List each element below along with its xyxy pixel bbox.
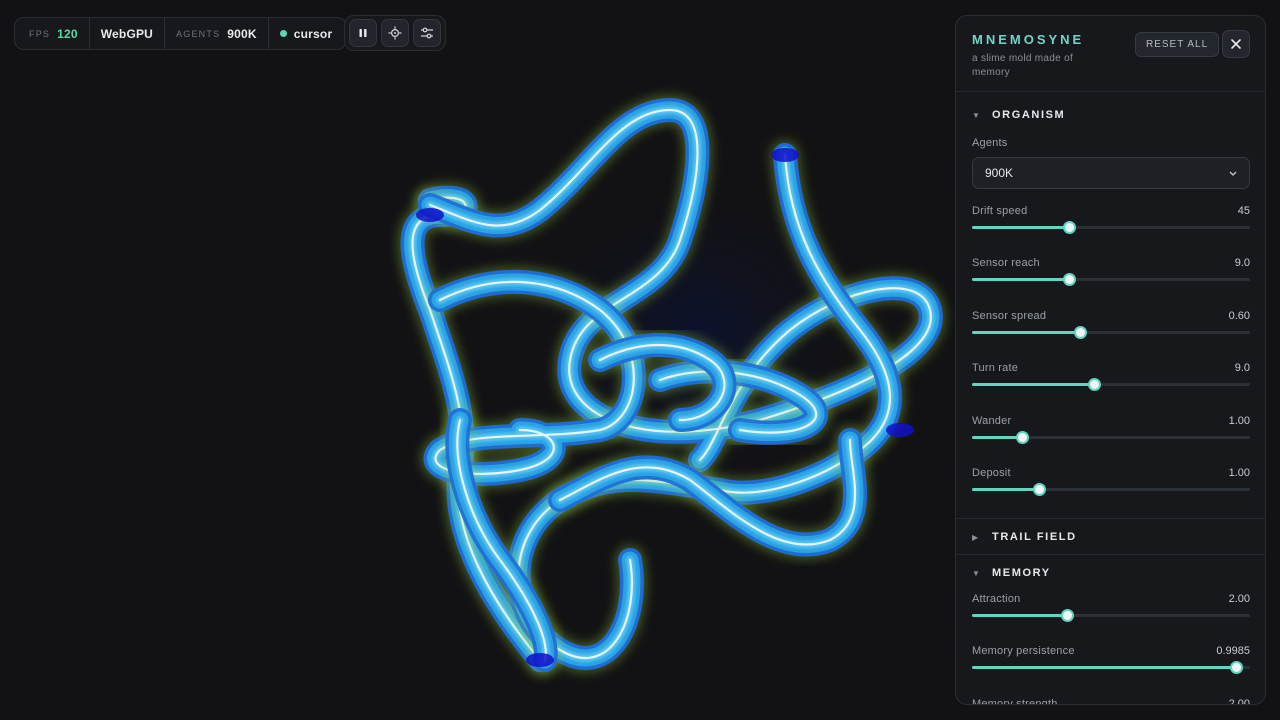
slider-fill [972, 614, 1067, 617]
slider-thumb[interactable] [1074, 325, 1088, 339]
slider-track[interactable] [972, 325, 1250, 339]
section-organism-title: ORGANISM [992, 109, 1066, 121]
slider-attraction[interactable]: Attraction 2.00 [972, 593, 1250, 633]
slider-thumb[interactable] [1230, 661, 1244, 675]
slider-fill [972, 278, 1070, 282]
playback-toolbar [344, 15, 446, 51]
pause-icon [359, 29, 367, 37]
section-trail-field-title: TRAIL FIELD [992, 531, 1077, 543]
slider-label: Drift speed [972, 205, 1028, 217]
slider-fill [972, 488, 1039, 491]
slider-sensor-spread[interactable]: Sensor spread 0.60 [972, 310, 1250, 350]
slider-value: 9.0 [1234, 257, 1250, 270]
slider-value: 1.00 [1228, 467, 1250, 479]
slider-sensor-reach[interactable]: Sensor reach 9.0 [972, 257, 1250, 297]
renderer-label: WebGPU [100, 26, 154, 41]
section-trail-field-header[interactable]: ▶ TRAIL FIELD [956, 522, 1265, 552]
slider-label: Sensor spread [972, 309, 1047, 322]
slider-track[interactable] [972, 273, 1250, 287]
slider-fill [972, 435, 1023, 439]
slider-memory-strength[interactable]: Memory strength 2.00 [972, 697, 1250, 705]
slider-label: Memory persistence [972, 645, 1075, 658]
section-memory-header[interactable]: ▼ MEMORY [956, 558, 1265, 588]
agents-select-value: 900K [985, 166, 1014, 180]
slider-fill [972, 666, 1237, 670]
slider-value: 0.9985 [1216, 645, 1250, 658]
agents-select[interactable]: 900K [972, 157, 1250, 189]
control-panel: MNEMOSYNE a slime mold made of memory RE… [955, 15, 1266, 705]
slider-label: Deposit [972, 467, 1011, 479]
slider-thumb[interactable] [1088, 378, 1102, 392]
slider-value: 2.00 [1228, 697, 1250, 705]
expand-triangle-icon: ▶ [972, 532, 979, 542]
slider-label: Attraction [972, 593, 1021, 605]
slider-track[interactable] [972, 609, 1250, 622]
sliders-icon [421, 27, 433, 39]
mode-readout[interactable]: cursor [269, 18, 333, 49]
renderer-readout: WebGPU [90, 18, 166, 49]
slider-label: Wander [972, 414, 1012, 427]
agents-value: 900K [227, 26, 257, 41]
section-divider [956, 554, 1265, 555]
slider-track[interactable] [972, 430, 1250, 444]
slider-fill [972, 226, 1070, 229]
settings-button[interactable] [413, 19, 441, 47]
slider-deposit[interactable]: Deposit 1.00 [972, 467, 1250, 507]
reset-all-button[interactable]: RESET ALL [1135, 32, 1220, 57]
section-divider [956, 518, 1265, 519]
slider-track[interactable] [972, 661, 1250, 675]
slime-tube-end [416, 208, 444, 222]
slider-label: Sensor reach [972, 257, 1040, 270]
fps-value: 120 [57, 26, 78, 41]
fps-label: FPS [29, 28, 51, 39]
status-dot [279, 30, 287, 37]
slider-label: Memory strength [972, 697, 1058, 705]
close-panel-button[interactable] [1222, 30, 1250, 58]
slider-value: 1.00 [1228, 414, 1250, 427]
slider-track[interactable] [972, 221, 1250, 234]
agents-readout: AGENTS 900K [165, 18, 269, 49]
slider-thumb[interactable] [1063, 273, 1077, 287]
fps-readout: FPS 120 [29, 18, 90, 49]
slider-track[interactable] [972, 483, 1250, 496]
slider-thumb[interactable] [1060, 609, 1074, 622]
slider-value: 9.0 [1234, 362, 1250, 375]
section-memory-title: MEMORY [992, 567, 1051, 579]
slider-turn-rate[interactable]: Turn rate 9.0 [972, 362, 1250, 402]
mode-label: cursor [293, 26, 333, 41]
recenter-button[interactable] [381, 19, 409, 47]
slime-tube-end [886, 423, 914, 437]
slider-memory-persistence[interactable]: Memory persistence 0.9985 [972, 645, 1250, 685]
slider-thumb[interactable] [1032, 483, 1046, 496]
pause-button[interactable] [349, 19, 377, 47]
slime-tube-end [526, 653, 554, 667]
slider-thumb[interactable] [1063, 221, 1077, 234]
slider-wander[interactable]: Wander 1.00 [972, 415, 1250, 455]
chevron-down-icon [1229, 171, 1237, 176]
slime-tube-end [771, 148, 799, 162]
slider-drift-speed[interactable]: Drift speed 45 [972, 205, 1250, 245]
slider-value: 0.60 [1228, 309, 1250, 322]
section-organism-header[interactable]: ▼ ORGANISM [956, 100, 1265, 130]
slider-track[interactable] [972, 378, 1250, 392]
app-tagline: a slime mold made of memory [972, 53, 1074, 78]
slider-fill [972, 383, 1095, 387]
collapse-triangle-icon: ▼ [972, 110, 980, 120]
slider-fill [972, 330, 1081, 334]
slider-value: 45 [1237, 205, 1250, 217]
panel-header: MNEMOSYNE a slime mold made of memory RE… [956, 16, 1265, 92]
stats-bar: FPS 120 WebGPU AGENTS 900K cursor [14, 17, 348, 50]
crosshair-icon [388, 26, 402, 40]
slider-thumb[interactable] [1016, 430, 1030, 444]
slider-label: Turn rate [972, 362, 1019, 375]
collapse-triangle-icon: ▼ [972, 568, 980, 578]
app-title: MNEMOSYNE [972, 32, 1085, 47]
agents-label: AGENTS [176, 28, 221, 39]
close-icon [1231, 39, 1241, 49]
slider-value: 2.00 [1228, 593, 1250, 605]
agents-field-label: Agents [972, 137, 1008, 149]
